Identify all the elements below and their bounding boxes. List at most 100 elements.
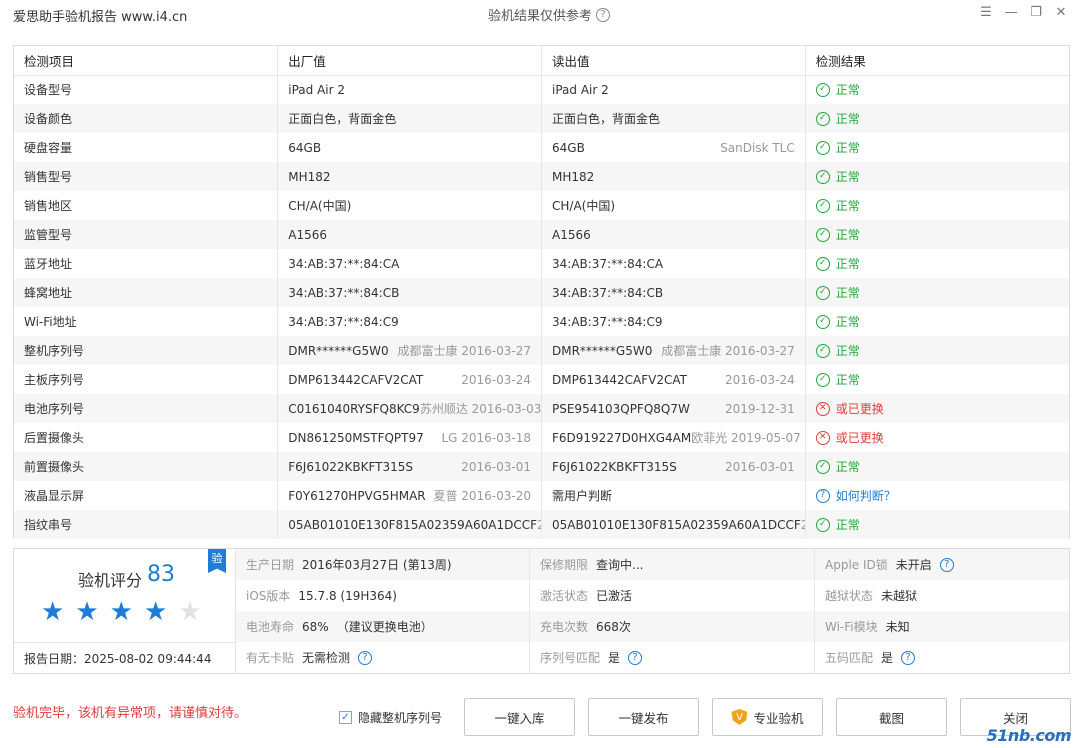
- result-cell[interactable]: ? 如何判断？: [805, 481, 1069, 510]
- info-label: iOS版本: [246, 589, 291, 603]
- info-production-date: 生产日期 2016年03月27日 (第13周): [236, 549, 530, 580]
- help-icon[interactable]: ?: [939, 557, 954, 572]
- verify-badge-icon: 验: [208, 549, 226, 573]
- info-value: 是: [608, 651, 621, 665]
- info-value: 无需检测: [302, 651, 351, 665]
- item-name: 硬盘容量: [14, 133, 279, 162]
- read-value: DMR******G5W0: [552, 343, 653, 358]
- device-info-grid: 生产日期 2016年03月27日 (第13周) 保修期限 查询中... Appl…: [236, 549, 1069, 673]
- table-row: 设备型号 iPad Air 2 iPad Air 2 ✓ 正常: [14, 75, 1069, 104]
- result-cell: ✓ 正常: [805, 104, 1069, 133]
- star-filled-icon: ★: [75, 597, 99, 627]
- factory-value: F0Y61270HPVG5HMAR: [288, 488, 426, 503]
- item-name: 销售地区: [14, 191, 279, 220]
- help-icon[interactable]: ?: [628, 650, 643, 665]
- factory-value-cell: 05AB01010E130F815A02359A60A1DCCF 2016-01…: [277, 510, 542, 539]
- result-cell: ✕ 或已更换: [805, 423, 1069, 452]
- read-value: 34:AB:37:**:84:CB: [552, 285, 664, 300]
- info-value: 15.7.8 (19H364): [298, 588, 397, 603]
- screenshot-button[interactable]: 截图: [836, 698, 947, 736]
- battery-note: （建议更换电池）: [336, 620, 433, 634]
- read-extra: 2016-03-01: [725, 459, 795, 474]
- inspection-table: 检测项目 出厂值 读出值 检测结果 设备型号 iPad Air 2 iPad A…: [13, 45, 1070, 539]
- item-name-text: 设备颜色: [24, 112, 73, 126]
- publish-button[interactable]: 一键发布: [588, 698, 699, 736]
- summary-panel: 验机评分 83 验 ★ ★ ★ ★ ★ 报告日期：2025-08-02 09:44:44…: [13, 548, 1070, 674]
- battery-percentage: 68%: [302, 619, 329, 634]
- result-cell: ✓ 正常: [805, 249, 1069, 278]
- hide-serial-checkbox[interactable]: ✓: [339, 711, 352, 724]
- info-label: 保修期限: [540, 558, 589, 572]
- score-box: 验机评分 83 验 ★ ★ ★ ★ ★ 报告日期：2025-08-02 09:44:44: [14, 549, 236, 673]
- minimize-icon[interactable]: —: [1003, 4, 1019, 20]
- info-value: 2016年03月27日 (第13周): [302, 558, 452, 572]
- hide-serial-label: 隐藏整机序列号: [358, 711, 443, 725]
- table-header-row: 检测项目 出厂值 读出值 检测结果: [14, 46, 1069, 76]
- info-value: 668次: [596, 620, 631, 634]
- table-row: 指纹串号 05AB01010E130F815A02359A60A1DCCF 20…: [14, 510, 1069, 539]
- score-value: 83: [147, 562, 175, 587]
- item-name-text: 监管型号: [24, 228, 73, 242]
- stock-in-button[interactable]: 一键入库: [464, 698, 575, 736]
- factory-extra: 成都富士康 2016-03-27: [397, 344, 531, 358]
- factory-value-cell: iPad Air 2: [277, 75, 542, 104]
- pro-inspection-button[interactable]: V 专业验机: [712, 698, 823, 736]
- help-icon[interactable]: ?: [358, 650, 373, 665]
- read-value: F6D919227D0HXG4AM: [552, 430, 692, 445]
- item-name-text: 蓝牙地址: [24, 257, 73, 271]
- hide-serial-toggle[interactable]: ✓ 隐藏整机序列号: [339, 709, 442, 726]
- item-name: 设备颜色: [14, 104, 279, 133]
- read-value: DMP613442CAFV2CAT: [552, 372, 687, 387]
- factory-value-cell: MH182: [277, 162, 542, 191]
- factory-extra: 2016-03-24: [461, 372, 531, 387]
- result-cell: ✓ 正常: [805, 452, 1069, 481]
- factory-value-cell: A1566: [277, 220, 542, 249]
- window-controls: ☰ — ❐ ✕: [978, 4, 1069, 20]
- close-icon[interactable]: ✕: [1053, 4, 1069, 20]
- result-text: 正常: [835, 170, 860, 184]
- factory-value: 正面白色，背面金色: [288, 112, 397, 126]
- info-label: 五码匹配: [825, 651, 874, 665]
- table-row: 液晶显示屏 F0Y61270HPVG5HMAR 夏普 2016-03-20 需用…: [14, 481, 1069, 510]
- factory-value: DMR******G5W0: [288, 343, 389, 358]
- help-icon[interactable]: ?: [596, 7, 611, 22]
- read-value: 正面白色，背面金色: [552, 112, 661, 126]
- factory-value-cell: F0Y61270HPVG5HMAR 夏普 2016-03-20: [277, 481, 542, 510]
- item-name-text: 指纹串号: [24, 518, 73, 532]
- item-name: 设备型号: [14, 75, 279, 104]
- item-name-text: 电池序列号: [24, 402, 85, 416]
- result-cell: ✓ 正常: [805, 307, 1069, 336]
- info-value: 未越狱: [881, 589, 918, 603]
- menu-icon[interactable]: ☰: [978, 4, 994, 20]
- result-text: 正常: [835, 199, 860, 213]
- item-name: 整机序列号: [14, 336, 279, 365]
- item-name: 销售型号: [14, 162, 279, 191]
- watermark: 51nb.com: [986, 726, 1072, 745]
- read-value: F6J61022KBKFT315S: [552, 459, 677, 474]
- read-value-cell: 05AB01010E130F815A02359A60A1DCCF 2016-01…: [541, 510, 806, 539]
- item-name-text: 整机序列号: [24, 344, 85, 358]
- result-text: 正常: [835, 315, 860, 329]
- warning-message: 验机完毕，该机有异常项，请谨慎对待。: [13, 706, 248, 721]
- item-name-text: 销售型号: [24, 170, 73, 184]
- info-charge-count: 充电次数 668次: [530, 611, 815, 642]
- read-extra: SanDisk TLC: [720, 140, 795, 155]
- result-cell: ✓ 正常: [805, 510, 1069, 539]
- read-value-cell: F6J61022KBKFT315S 2016-03-01: [541, 452, 806, 481]
- factory-value: CH/A(中国): [288, 199, 352, 213]
- item-name-text: 主板序列号: [24, 373, 85, 387]
- info-five-code-match: 五码匹配 是 ?: [815, 642, 1069, 673]
- restore-icon[interactable]: ❐: [1028, 4, 1044, 20]
- cross-circle-icon: ✕: [815, 401, 830, 416]
- help-icon[interactable]: ?: [901, 650, 916, 665]
- factory-extra: 2016-03-01: [461, 459, 531, 474]
- result-text[interactable]: 如何判断？: [836, 487, 896, 504]
- info-activation: 激活状态 已激活: [530, 580, 815, 611]
- info-battery-life: 电池寿命 68% （建议更换电池）: [236, 611, 530, 642]
- header-factory: 出厂值: [277, 46, 542, 76]
- header-result: 检测结果: [805, 46, 1069, 76]
- item-name-text: Wi-Fi地址: [24, 315, 77, 329]
- read-value: A1566: [552, 227, 591, 242]
- report-notice-text: 验机结果仅供参考: [488, 9, 593, 24]
- item-name-text: 蜂窝地址: [24, 286, 73, 300]
